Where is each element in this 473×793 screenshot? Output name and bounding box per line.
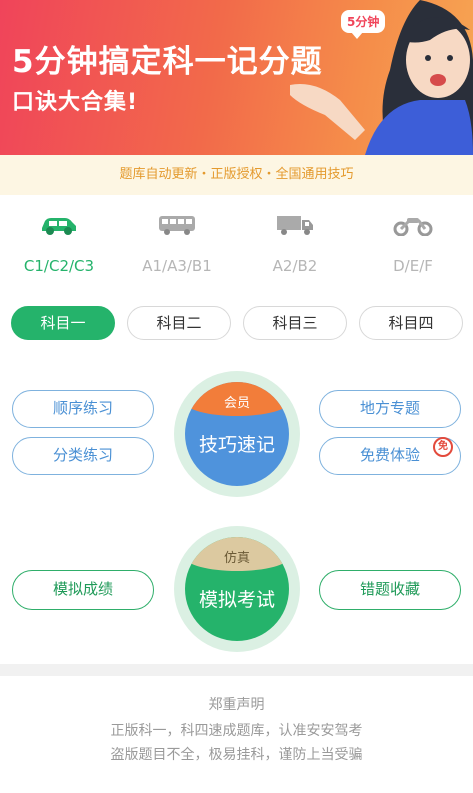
notice-line-1: 正版科一，科四速成题库，认准安安驾考 — [110, 723, 363, 739]
license-a1[interactable]: A1/A3/B1 — [118, 205, 236, 275]
motorcycle-icon — [393, 218, 433, 236]
tips-label: 技巧速记 — [198, 434, 275, 456]
mock-exam-circle[interactable]: 仿真 模拟考试 — [174, 526, 300, 652]
free-badge: 免 — [433, 437, 453, 457]
tab-subject-3[interactable]: 科目三 — [243, 306, 347, 340]
license-d[interactable]: D/E/F — [354, 205, 472, 275]
license-label: D/E/F — [393, 257, 433, 275]
notice-line-2: 盗版题目不全，极易挂科，谨防上当受骗 — [110, 747, 363, 763]
tab-subject-1[interactable]: 科目一 — [11, 306, 115, 340]
mock-exam-label: 模拟考试 — [198, 589, 275, 611]
mock-score-button[interactable]: 模拟成绩 — [12, 570, 154, 610]
section-divider — [0, 664, 473, 676]
tips-circle[interactable]: 会员 技巧速记 — [174, 371, 300, 497]
tab-subject-2[interactable]: 科目二 — [127, 306, 231, 340]
car-icon — [42, 218, 76, 235]
notice-title: 郑重声明 — [208, 697, 265, 713]
simulation-cap: 仿真 — [185, 537, 289, 571]
feature-strip: 题库自动更新・正版授权・全国通用技巧 — [0, 155, 473, 195]
mistakes-button[interactable]: 错题收藏 — [319, 570, 461, 610]
time-bubble: 5分钟 — [341, 10, 386, 39]
category-practice-button[interactable]: 分类练习 — [12, 437, 154, 475]
promo-banner[interactable]: 5分钟搞定科一记分题 口诀大合集! 5分钟 — [0, 0, 473, 155]
license-label: A1/A3/B1 — [142, 257, 212, 275]
tab-subject-4[interactable]: 科目四 — [359, 306, 463, 340]
bus-icon — [159, 216, 195, 235]
banner-subtitle: 口诀大合集! — [12, 90, 139, 115]
license-c1[interactable]: C1/C2/C3 — [0, 205, 118, 275]
truck-icon — [277, 216, 313, 235]
local-topic-button[interactable]: 地方专题 — [319, 390, 461, 428]
license-label: A2/B2 — [272, 257, 318, 275]
member-cap: 会员 — [185, 382, 289, 416]
sequential-practice-button[interactable]: 顺序练习 — [12, 390, 154, 428]
license-label: C1/C2/C3 — [23, 257, 95, 275]
notice-block: 郑重声明 正版科一，科四速成题库，认准安安驾考 盗版题目不全，极易挂科，谨防上当… — [0, 694, 473, 767]
license-a2[interactable]: A2/B2 — [236, 205, 354, 275]
